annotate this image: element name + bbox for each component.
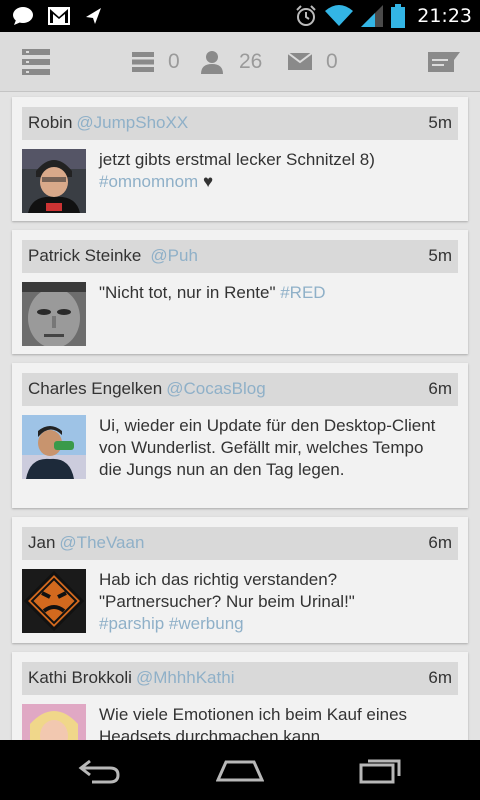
hashtag[interactable]: #omnomnom: [99, 172, 198, 191]
tweet-card[interactable]: Jan @TheVaan 6m Hab ich das richtig verst…: [12, 517, 468, 643]
lists-icon[interactable]: [132, 52, 154, 72]
tweet-feed[interactable]: Robin @JumpShoXX 5m jetzt gibts erstmal l…: [0, 93, 480, 740]
messages-count: 0: [326, 50, 338, 73]
avatar[interactable]: [22, 149, 86, 213]
gmail-icon: [48, 7, 70, 25]
tweet-card[interactable]: Patrick Steinke @Puh 5m "Nicht tot, nur i…: [12, 230, 468, 354]
tweet-header: Jan @TheVaan 6m: [22, 527, 458, 560]
back-icon[interactable]: [78, 758, 122, 784]
tweet-time: 6m: [428, 379, 452, 398]
send-icon: [86, 8, 101, 24]
avatar[interactable]: [22, 569, 86, 633]
avatar[interactable]: [22, 415, 86, 479]
battery-icon: [391, 4, 406, 28]
menu-list-icon[interactable]: [22, 49, 50, 75]
tweet-card[interactable]: Charles Engelken @CocasBlog 6m Ui, wieder…: [12, 363, 468, 508]
heart-icon: ♥: [202, 172, 214, 191]
tweet-author-handle[interactable]: @Puh: [150, 246, 198, 265]
tweet-author-handle[interactable]: @JumpShoXX: [76, 113, 188, 132]
tweet-text: Wie viele Emotionen ich beim Kauf eines …: [99, 705, 408, 740]
hashtag[interactable]: #RED: [280, 283, 325, 302]
followers-count: 26: [239, 50, 263, 73]
compose-icon[interactable]: [428, 52, 460, 72]
navigation-bar: [0, 740, 480, 800]
tweet-author-handle[interactable]: @TheVaan: [59, 533, 144, 552]
tweet-card[interactable]: Robin @JumpShoXX 5m jetzt gibts erstmal l…: [12, 97, 468, 221]
home-icon[interactable]: [216, 760, 264, 782]
tweet-header: Kathi Brokkoli @MhhhKathi 6m: [22, 662, 458, 695]
tweet-header: Robin @JumpShoXX 5m: [22, 107, 458, 140]
messages-icon[interactable]: [288, 53, 312, 70]
tweet-time: 5m: [428, 113, 452, 132]
tweet-author-name[interactable]: Patrick Steinke: [28, 246, 141, 265]
tweet-text: Ui, wieder ein Update für den Desktop-Cl…: [99, 416, 436, 479]
tweet-author-name[interactable]: Kathi Brokkoli: [28, 668, 132, 687]
tweet-time: 5m: [428, 246, 452, 265]
tweet-header: Patrick Steinke @Puh 5m: [22, 240, 458, 273]
tweet-time: 6m: [428, 668, 452, 687]
tweet-author-name[interactable]: Jan: [28, 533, 55, 552]
tweet-author-handle[interactable]: @CocasBlog: [166, 379, 265, 398]
tweet-author-name[interactable]: Robin: [28, 113, 72, 132]
alarm-icon: [296, 5, 316, 26]
recent-apps-icon[interactable]: [359, 756, 403, 784]
action-bar: 0 26 0: [0, 32, 480, 92]
followers-icon[interactable]: [201, 50, 223, 74]
lists-count: 0: [168, 50, 180, 73]
tweet-time: 6m: [428, 533, 452, 552]
wifi-icon: [325, 5, 354, 26]
tweet-card[interactable]: Kathi Brokkoli @MhhhKathi 6m Wie viele Em…: [12, 652, 468, 740]
tweet-text: "Nicht tot, nur in Rente" #RED: [99, 283, 326, 302]
avatar[interactable]: [22, 282, 86, 346]
tweet-author-handle[interactable]: @MhhhKathi: [136, 668, 235, 687]
clock: 21:23: [417, 5, 472, 27]
chat-icon: [13, 7, 33, 25]
tweet-author-name[interactable]: Charles Engelken: [28, 379, 162, 398]
hashtag[interactable]: #parship #werbung: [99, 614, 244, 633]
signal-icon: [361, 5, 384, 27]
tweet-text: jetzt gibts erstmal lecker Schnitzel 8) …: [99, 150, 375, 191]
status-bar: 21:23: [0, 0, 480, 32]
avatar[interactable]: [22, 704, 86, 740]
tweet-text: Hab ich das richtig verstanden? "Partner…: [99, 570, 355, 633]
tweet-header: Charles Engelken @CocasBlog 6m: [22, 373, 458, 406]
